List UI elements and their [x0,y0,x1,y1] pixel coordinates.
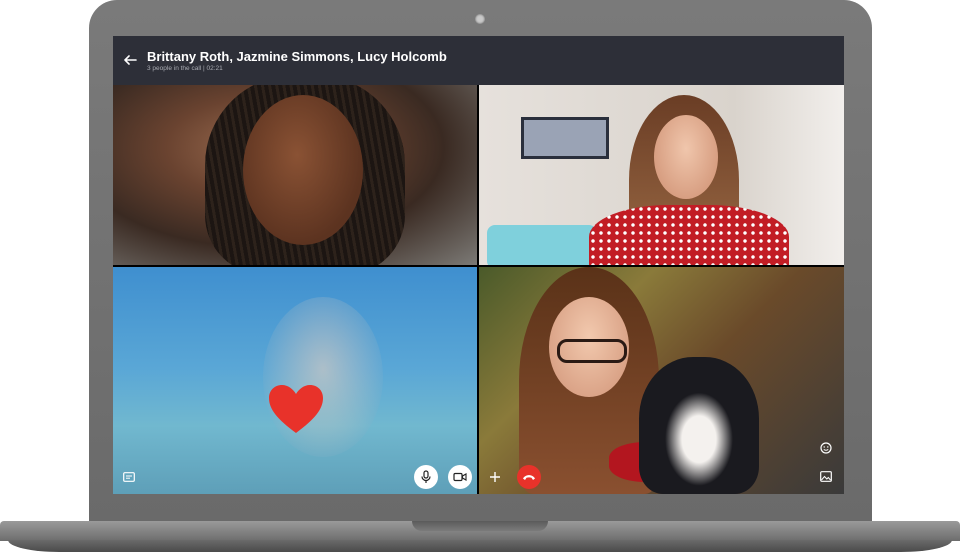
dog [639,357,759,494]
emoji-icon [820,442,832,454]
participant-video-tile[interactable] [113,267,477,494]
gallery-button[interactable] [818,468,834,484]
participant-sweater [589,205,789,265]
call-status: 3 people in the call | 02:21 [147,65,223,72]
glasses [557,339,627,363]
wall-picture [521,117,609,159]
emoji-button[interactable] [818,440,834,456]
laptop-notch [412,521,548,531]
participant-video-tile[interactable] [479,85,844,265]
participant-face [654,115,718,199]
call-header: Brittany Roth, Jazmine Simmons, Lucy Hol… [113,36,844,85]
webcam [475,14,485,24]
phone-hangup-icon [523,475,535,480]
video-grid [113,85,844,494]
video-toggle-button[interactable] [448,465,472,489]
call-title: Brittany Roth, Jazmine Simmons, Lucy Hol… [147,49,447,64]
video-camera-icon [453,472,467,482]
pillow [487,225,597,265]
call-window: Brittany Roth, Jazmine Simmons, Lucy Hol… [113,36,844,494]
laptop-base-lip [8,540,952,552]
end-call-button[interactable] [517,465,541,489]
plus-icon [490,472,500,482]
chat-icon [123,472,135,482]
participant-video-tile[interactable] [113,85,477,265]
back-arrow-icon[interactable] [122,52,138,68]
microphone-icon [421,470,431,483]
mute-button[interactable] [414,465,438,489]
image-icon [820,470,832,482]
heart-icon [269,385,323,433]
chat-button[interactable] [121,469,137,485]
participant-face [243,95,363,245]
participant-video-tile[interactable] [479,267,844,494]
add-participant-button[interactable] [483,465,507,489]
